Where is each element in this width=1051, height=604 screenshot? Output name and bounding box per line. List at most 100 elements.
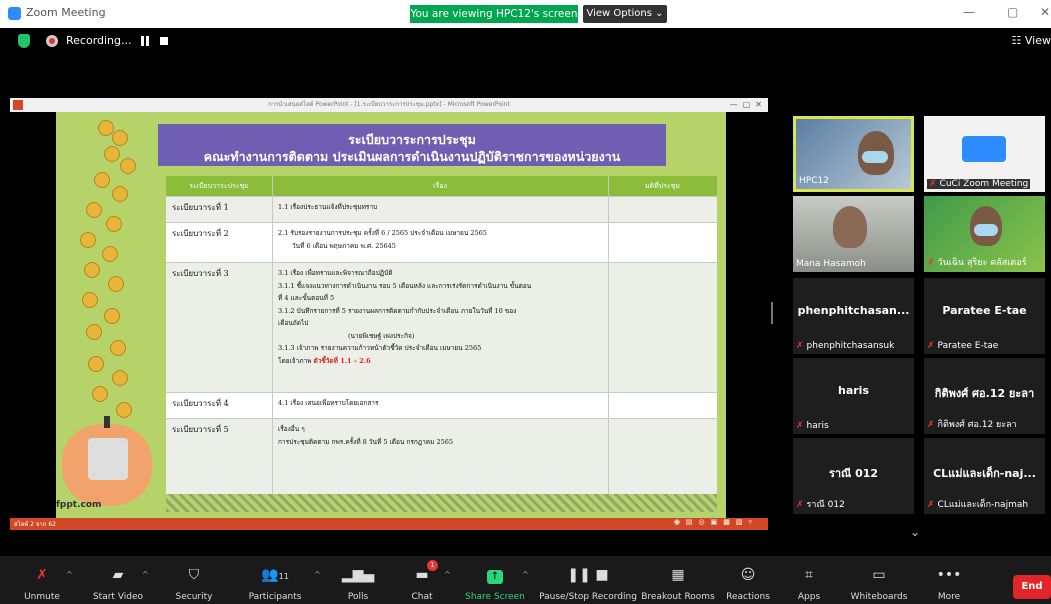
column-divider [272, 176, 273, 494]
powerpoint-icon [13, 100, 23, 110]
powerpoint-title-bar: การนำเสนอสไลด์ PowerPoint - [1.ระเบียบวา… [10, 98, 768, 112]
chevron-up-icon[interactable]: ^ [314, 570, 321, 579]
agenda-cell: ระเบียบวาระที่ 3 [172, 269, 229, 278]
topic-cell: 4.1 เรื่อง เสนอเพื่อทราบโดยเอกสาร [278, 399, 379, 407]
column-header: ระเบียบวาระประชุม [189, 182, 249, 190]
recording-label: Recording... [66, 34, 132, 47]
participant-tile-video[interactable]: ✗ CuCi Zoom Meeting [924, 116, 1045, 192]
chat-button[interactable]: ▬ 1 Chat [402, 556, 442, 604]
whiteboard-icon: ▭ [872, 567, 886, 583]
participant-name-tag: ✗ phenphitchasansuk [796, 341, 895, 351]
zoom-app-icon [8, 7, 21, 20]
participant-tile[interactable]: ราณี 012 ✗ ราณี 012 [793, 438, 914, 514]
chevron-up-icon[interactable]: ^ [444, 570, 451, 579]
participant-name-tag: ✗ CLแม่และเด็ก-najmah [927, 500, 1029, 510]
cat-image [88, 438, 128, 480]
bar-chart-icon: ▂▆▄ [341, 567, 375, 583]
participants-button[interactable]: 👥11 Participants [246, 556, 304, 604]
muted-mic-icon: ✗ [796, 500, 804, 510]
whiteboards-button[interactable]: ▭ Whiteboards [851, 556, 908, 604]
participant-tile[interactable]: CLแม่และเด็ก-naj... ✗ CLแม่และเด็ก-najmah [924, 438, 1045, 514]
pause-recording-icon[interactable] [141, 36, 149, 46]
participant-display-name: haris [838, 384, 869, 397]
window-title-bar: Zoom Meeting You are viewing HPC12's scr… [0, 0, 1051, 28]
slide-area: fppt.com ระเบียบวาระการประชุม คณะทำงานกา… [10, 112, 768, 518]
table-row: ระเบียบวาระที่ 2 2.1 รับรองรายงานการประช… [166, 222, 717, 262]
footer-brand: fppt.com [56, 500, 102, 510]
maximize-icon[interactable]: ▢ [1007, 5, 1018, 19]
face-mask [974, 224, 998, 236]
agenda-cell: ระเบียบวาระที่ 5 [172, 425, 229, 434]
recording-icon [46, 35, 58, 47]
participant-face [833, 206, 867, 248]
muted-mic-icon: ✗ [796, 421, 804, 431]
window-title: Zoom Meeting [26, 6, 106, 19]
more-button[interactable]: ••• More [934, 556, 964, 604]
face-mask [862, 151, 888, 163]
participant-tile[interactable]: phenphitchasan... ✗ phenphitchasansuk [793, 278, 914, 354]
meeting-toolbar: ✗ Unmute ^ ▰ Start Video ^ ⛉ Security 👥1… [0, 556, 1051, 604]
chevron-down-icon[interactable]: ⌄ [910, 525, 920, 539]
pause-stop-recording-button[interactable]: ❚❚ ■ Pause/Stop Recording [539, 556, 637, 604]
encryption-shield-icon[interactable] [18, 34, 30, 48]
end-meeting-button[interactable]: End [1013, 575, 1051, 599]
chevron-up-icon[interactable]: ^ [66, 570, 73, 579]
security-button[interactable]: ⛉ Security [172, 556, 216, 604]
participant-tile[interactable]: กิติพงศ์ ศอ.12 ยะลา ✗ กิติพงศ์ ศอ.12 ยะลา [924, 358, 1045, 434]
participant-name-tag: ✗ วันเฉิน สุริยะ คลัสเตอร์ [927, 258, 1027, 268]
participant-tile-video[interactable]: ✗ วันเฉิน สุริยะ คลัสเตอร์ [924, 196, 1045, 272]
more-dots-icon: ••• [936, 567, 962, 583]
heading-line-2: คณะทำงานการติดตาม ประเมินผลการดำเนินงานป… [203, 149, 621, 164]
slide-heading: ระเบียบวาระการประชุม คณะทำงานการติดตาม ป… [158, 124, 666, 166]
polls-button[interactable]: ▂▆▄ Polls [338, 556, 378, 604]
muted-mic-icon: ✗ [796, 341, 804, 351]
muted-mic-icon: ✗ [927, 420, 935, 430]
powerpoint-status-bar: สไลด์ 2 จาก 62 ◉▤◎▣▦▧▿ [10, 518, 768, 530]
muted-mic-icon: ✗ [927, 258, 935, 268]
cuci-logo [962, 136, 1006, 162]
view-button[interactable]: ☷ View [1012, 34, 1051, 47]
breakout-grid-icon: ▦ [671, 567, 685, 583]
muted-mic-icon: ✗ [927, 341, 935, 351]
panel-splitter[interactable] [771, 302, 773, 324]
participant-display-name: CLแม่และเด็ก-naj... [933, 467, 1036, 480]
participant-name-tag: ✗ CuCi Zoom Meeting [927, 179, 1031, 189]
participant-tile[interactable]: Paratee E-tae ✗ Paratee E-tae [924, 278, 1045, 354]
share-screen-icon: ↑ [468, 566, 522, 584]
powerpoint-window-title: การนำเสนอสไลด์ PowerPoint - [1.ระเบียบวา… [268, 101, 510, 108]
shared-screen[interactable]: การนำเสนอสไลด์ PowerPoint - [1.ระเบียบวา… [10, 98, 768, 530]
share-screen-button[interactable]: ↑ Share Screen [465, 556, 525, 604]
participant-name-tag: HPC12 [799, 176, 829, 186]
muted-mic-icon: ✗ [929, 179, 937, 189]
participant-tile-video[interactable]: HPC12 [793, 116, 914, 192]
start-video-button[interactable]: ▰ Start Video [90, 556, 146, 604]
stop-recording-icon[interactable] [160, 37, 168, 45]
column-divider [608, 176, 609, 494]
breakout-rooms-button[interactable]: ▦ Breakout Rooms [641, 556, 715, 604]
minimize-icon[interactable]: — [963, 5, 975, 19]
stripe-decoration [166, 494, 717, 512]
participant-display-name: phenphitchasan... [797, 304, 910, 317]
table-row: ระเบียบวาระที่ 3 3.1 เรื่อง เพื่อทราบและ… [166, 262, 717, 392]
muted-mic-icon: ✗ [927, 500, 935, 510]
topic-cell: 3.1 เรื่อง เพื่อทราบและพิจารณาถือปฏิบัติ… [278, 269, 532, 365]
agenda-cell: ระเบียบวาระที่ 2 [172, 229, 229, 238]
unmute-button[interactable]: ✗ Unmute [20, 556, 64, 604]
view-mode-icons: ◉▤◎▣▦▧▿ [673, 518, 758, 526]
participant-tile[interactable]: haris ✗ haris [793, 358, 914, 434]
slide: fppt.com ระเบียบวาระการประชุม คณะทำงานกา… [56, 112, 726, 518]
participant-name-tag: ✗ haris [796, 421, 829, 431]
chevron-up-icon[interactable]: ^ [142, 570, 149, 579]
participant-name-tag: ✗ กิติพงศ์ ศอ.12 ยะลา [927, 420, 1017, 430]
participant-tile-video[interactable]: Mana Hasamoh [793, 196, 914, 272]
reactions-button[interactable]: ☺ Reactions [726, 556, 770, 604]
muted-mic-icon: ✗ [36, 567, 48, 583]
table-row: ระเบียบวาระที่ 5 เรื่องอื่น ๆ การประชุมต… [166, 418, 717, 494]
chevron-up-icon[interactable]: ^ [522, 570, 529, 579]
view-options-button[interactable]: View Options ⌄ [583, 5, 667, 23]
close-icon[interactable]: ✕ [1040, 5, 1050, 19]
participants-icon: 👥11 [261, 567, 289, 583]
apps-button[interactable]: ⌗ Apps [794, 556, 824, 604]
powerpoint-window-controls: — ▢ ✕ [729, 100, 762, 109]
participant-display-name: กิติพงศ์ ศอ.12 ยะลา [934, 387, 1035, 400]
